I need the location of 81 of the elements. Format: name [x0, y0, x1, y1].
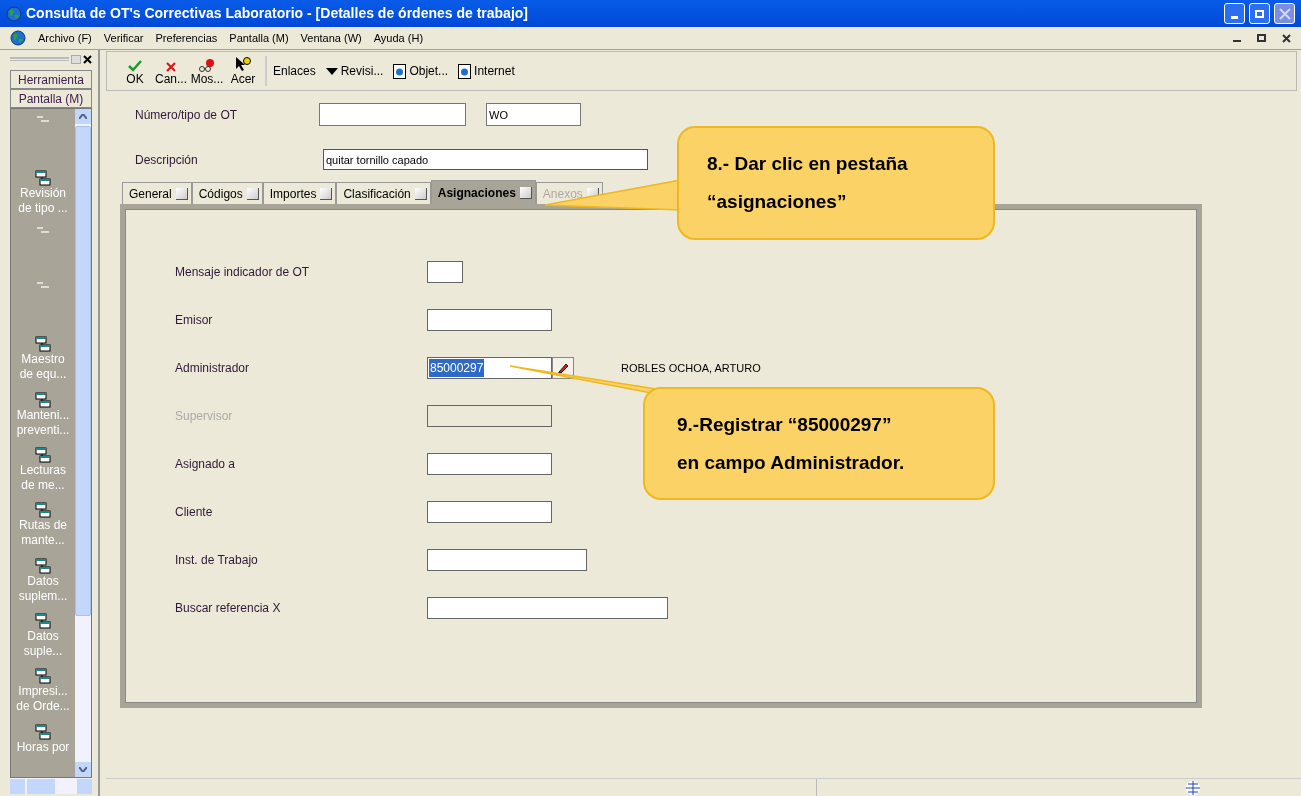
field-label: Cliente [174, 504, 214, 521]
input-field[interactable] [427, 405, 552, 427]
mdi-restore-icon[interactable] [1257, 34, 1266, 42]
input-field[interactable] [427, 501, 552, 523]
tab[interactable]: Asignaciones [430, 180, 536, 204]
close-icon [1278, 7, 1291, 20]
close-button[interactable] [1274, 3, 1295, 24]
callout-text: 9.-Registrar “85000297” [677, 412, 893, 437]
scroll-thumb[interactable] [75, 126, 91, 616]
menu-item[interactable]: Archivo (F) [38, 29, 92, 47]
menu-item[interactable]: Ventana (W) [300, 29, 362, 47]
tab[interactable]: Clasificación [336, 182, 431, 204]
menu-item[interactable]: Ayuda (H) [373, 29, 424, 47]
menu-item[interactable]: Verificar [103, 29, 144, 47]
vertical-scrollbar[interactable] [75, 109, 91, 777]
tab[interactable]: General [122, 182, 192, 204]
horizontal-scrollbar[interactable] [10, 778, 92, 794]
number-field[interactable] [319, 103, 466, 126]
document-globe-icon [393, 63, 407, 79]
scroll-up-icon[interactable] [75, 109, 91, 124]
links-label[interactable]: Enlaces [273, 62, 316, 80]
field-label: Descripción [134, 151, 199, 169]
panel-tab[interactable]: Herramienta [10, 70, 92, 89]
window-title: Consulta de OT's Correctivas Laboratorio - [Detalles de órdenes de trabajo] [26, 4, 528, 23]
input-field[interactable]: 85000297 [427, 357, 552, 379]
toolbar-button[interactable]: Acer [227, 56, 259, 86]
menu-item[interactable]: Preferencias [155, 29, 218, 47]
field-label: Mensaje indicador de OT [174, 264, 311, 281]
panel-tab[interactable]: Pantalla (M) [10, 89, 92, 108]
callout-text: 8.- Dar clic en pestaña [707, 152, 909, 176]
tab[interactable]: Importes [262, 182, 337, 204]
toolbar-button[interactable]: OK [119, 56, 151, 86]
form-stack-icon [35, 612, 51, 629]
callout-text: en campo Administrador. [677, 450, 906, 475]
form-stack-icon [35, 557, 51, 574]
form-stack-icon [35, 723, 51, 740]
close-icon [166, 62, 176, 72]
field-label: Inst. de Trabajo [174, 552, 259, 569]
form-stack-icon [35, 668, 51, 685]
field-label: Supervisor [174, 408, 234, 425]
pencil-icon [556, 361, 570, 375]
type-field[interactable]: WO [486, 103, 581, 126]
panel-close-icon[interactable] [83, 54, 92, 64]
field-value: 85000297 [429, 359, 485, 377]
help-pointer-icon [235, 56, 251, 72]
field-label: Asignado a [174, 456, 237, 473]
form-stack-icon [35, 391, 51, 408]
glasses-icon [198, 58, 216, 72]
globe-icon [6, 5, 22, 22]
input-field[interactable] [427, 453, 552, 475]
mdi-close-icon[interactable] [1282, 33, 1291, 43]
tab[interactable]: Códigos [191, 182, 263, 204]
input-field[interactable] [427, 549, 587, 571]
restore-button[interactable] [1249, 3, 1270, 24]
globe-icon [1185, 779, 1201, 796]
toolbar-button[interactable]: Can... [155, 56, 187, 86]
checkmark-icon [128, 60, 142, 72]
toolbar-button[interactable]: Mos... [191, 56, 223, 86]
field-label: Emisor [174, 312, 214, 329]
minimize-button[interactable] [1224, 3, 1245, 24]
input-field[interactable] [427, 261, 463, 283]
dropdown-triangle-icon [325, 67, 338, 75]
input-field[interactable] [427, 597, 668, 619]
menu-item[interactable]: Pantalla (M) [229, 29, 289, 47]
link-button[interactable]: Revisi... [325, 62, 384, 80]
form-stack-icon [35, 446, 51, 463]
form-stack-icon [35, 336, 51, 353]
link-button[interactable]: Internet [458, 62, 515, 80]
form-stack-icon [35, 170, 51, 187]
scroll-down-icon[interactable] [75, 762, 91, 777]
field-label: Buscar referencia X [174, 600, 282, 617]
input-field[interactable] [427, 309, 552, 331]
field-label: Administrador [174, 360, 251, 377]
link-button[interactable]: Objet... [393, 62, 449, 80]
callout-text: “asignaciones” [707, 190, 848, 214]
name-value: ROBLES OCHOA, ARTURO [621, 360, 761, 376]
globe-icon [10, 30, 26, 46]
document-globe-icon [458, 63, 472, 79]
field-label: Número/tipo de OT [134, 106, 239, 124]
form-stack-icon [35, 502, 51, 519]
description-field[interactable]: quitar tornillo capado [323, 149, 648, 170]
